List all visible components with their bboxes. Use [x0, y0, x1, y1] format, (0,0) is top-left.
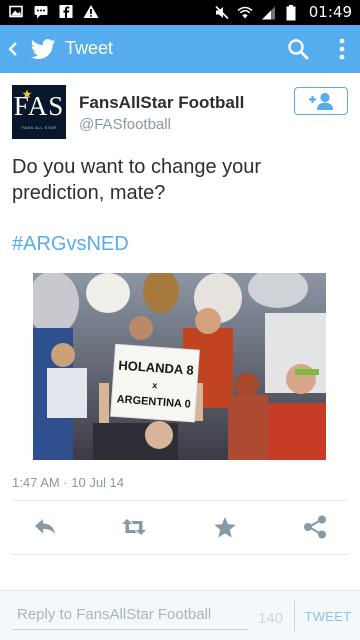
facebook-icon	[59, 5, 73, 19]
share-icon[interactable]	[301, 514, 329, 540]
divider	[294, 601, 295, 631]
reply-bar: 140 TWEET	[0, 590, 360, 640]
wifi-icon	[237, 6, 253, 18]
follow-button[interactable]	[294, 87, 348, 115]
status-bar: 01:49	[0, 0, 360, 25]
image-icon	[9, 5, 23, 18]
divider	[12, 554, 348, 555]
character-count: 140	[258, 610, 284, 627]
tweet-timestamp: 1:47 AM · 10 Jul 14	[12, 475, 125, 490]
author-handle[interactable]: @FASfootball	[79, 116, 171, 133]
avatar-logo-subtext: FANS ALL STAR	[21, 125, 57, 130]
search-icon[interactable]	[286, 37, 310, 61]
signal-icon	[261, 6, 275, 19]
clock: 01:49	[308, 3, 352, 21]
overflow-menu-icon[interactable]	[338, 37, 346, 61]
tweet-button[interactable]: TWEET	[300, 599, 356, 633]
sign-line-2: x	[152, 380, 158, 390]
warning-icon	[83, 5, 99, 18]
tweet-photo[interactable]: HOLANDA 8 x ARGENTINA 0	[33, 273, 326, 460]
favorite-icon[interactable]	[211, 514, 239, 540]
tweet-text: Do you want to change your prediction, m…	[12, 156, 262, 204]
avatar-logo-text: FAS	[13, 91, 65, 121]
chat-bubble-icon	[34, 6, 48, 19]
hashtag-link[interactable]: #ARGvsNED	[12, 233, 129, 256]
reply-input[interactable]	[12, 600, 248, 630]
app-bar: Tweet	[0, 25, 360, 73]
follow-user-icon	[309, 92, 333, 110]
reply-icon[interactable]	[31, 514, 59, 540]
page-title: Tweet	[65, 38, 114, 58]
avatar[interactable]: FAS FANS ALL STAR	[12, 85, 66, 139]
twitter-bird-icon[interactable]	[29, 35, 57, 63]
retweet-icon[interactable]	[120, 514, 148, 540]
back-arrow-icon[interactable]	[7, 41, 19, 57]
battery-icon	[286, 4, 296, 20]
author-name[interactable]: FansAllStar Football	[79, 93, 244, 113]
mute-icon	[215, 5, 229, 19]
divider	[12, 500, 348, 501]
